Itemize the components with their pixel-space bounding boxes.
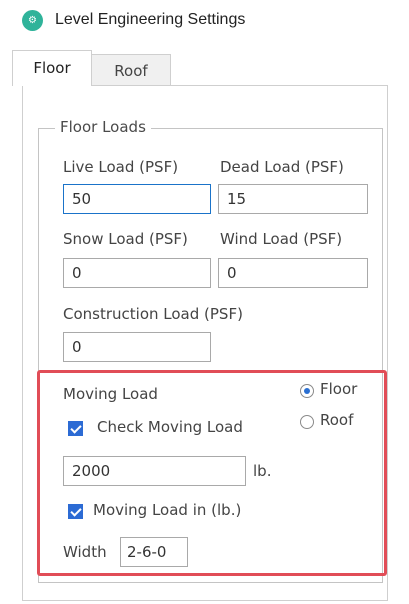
tab-floor[interactable]: Floor bbox=[12, 50, 92, 86]
moving-load-highlight-box bbox=[37, 370, 387, 576]
dead-load-input[interactable]: 15 bbox=[218, 184, 368, 214]
window-title: Level Engineering Settings bbox=[55, 11, 246, 28]
title-bar: ⚙ Level Engineering Settings bbox=[0, 0, 409, 42]
wind-load-input[interactable]: 0 bbox=[218, 258, 368, 288]
snow-load-input[interactable]: 0 bbox=[63, 258, 211, 288]
wind-load-label: Wind Load (PSF) bbox=[220, 230, 343, 248]
live-load-input[interactable]: 50 bbox=[63, 184, 211, 214]
snow-load-label: Snow Load (PSF) bbox=[63, 230, 188, 248]
construction-load-label: Construction Load (PSF) bbox=[63, 305, 243, 323]
tab-roof[interactable]: Roof bbox=[91, 54, 171, 86]
floor-loads-legend: Floor Loads bbox=[55, 118, 151, 136]
live-load-label: Live Load (PSF) bbox=[63, 158, 179, 176]
construction-load-input[interactable]: 0 bbox=[63, 332, 211, 362]
engineering-app-icon: ⚙ bbox=[22, 10, 43, 31]
dead-load-label: Dead Load (PSF) bbox=[220, 158, 344, 176]
